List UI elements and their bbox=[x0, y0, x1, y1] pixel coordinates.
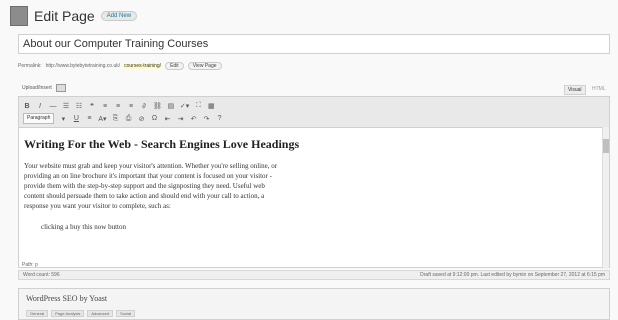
tab-visual[interactable]: Visual bbox=[564, 85, 586, 95]
page-title: Edit Page bbox=[34, 8, 95, 24]
more-tag-icon[interactable]: ▤ bbox=[167, 101, 175, 111]
bullet-list-icon[interactable]: ☰ bbox=[62, 101, 70, 111]
kitchen-sink-icon[interactable]: ▦ bbox=[207, 101, 215, 111]
seo-metabox-title[interactable]: WordPress SEO by Yoast bbox=[26, 294, 107, 303]
undo-icon[interactable]: ↶ bbox=[190, 114, 198, 124]
fullscreen-icon[interactable]: ⛶ bbox=[194, 101, 202, 111]
numbered-list-icon[interactable]: ☷ bbox=[75, 101, 83, 111]
seo-tab-social[interactable]: Social bbox=[116, 310, 136, 317]
editor-content[interactable]: Writing For the Web - Search Engines Lov… bbox=[24, 137, 594, 231]
element-path: Path: p bbox=[22, 262, 38, 268]
upload-insert-label[interactable]: Upload/Insert bbox=[22, 85, 52, 91]
help-icon[interactable]: ? bbox=[216, 114, 224, 124]
indent-icon[interactable]: ⇥ bbox=[177, 114, 185, 124]
redo-icon[interactable]: ↷ bbox=[203, 114, 211, 124]
add-new-button[interactable]: Add New bbox=[100, 11, 138, 21]
link-icon[interactable]: ∂ bbox=[140, 101, 148, 111]
page-icon bbox=[10, 6, 28, 26]
seo-tab-general[interactable]: General bbox=[26, 310, 49, 317]
align-right-icon[interactable]: ≡ bbox=[127, 101, 135, 111]
editor-scrollbar[interactable] bbox=[602, 127, 609, 269]
permalink-slug[interactable]: courses-training/ bbox=[124, 63, 162, 69]
bold-button[interactable]: B bbox=[23, 101, 31, 111]
content-line: provide them with the step-by-step suppo… bbox=[24, 182, 265, 190]
format-select[interactable]: Paragraph bbox=[23, 113, 55, 124]
media-icon[interactable] bbox=[55, 84, 66, 92]
paste-word-icon[interactable]: ⎙ bbox=[125, 114, 133, 124]
seo-tabs: General Page Analysis Advanced Social bbox=[26, 310, 136, 317]
seo-tab-advanced[interactable]: Advanced bbox=[87, 310, 114, 317]
content-heading: Writing For the Web - Search Engines Lov… bbox=[24, 137, 300, 151]
permalink-row: Permalink: http://www.bytebytetraining.c… bbox=[18, 62, 222, 70]
text-color-icon[interactable]: A▾ bbox=[98, 114, 106, 124]
word-count: Word count: 596 bbox=[23, 272, 60, 278]
justify-icon[interactable]: ≡ bbox=[85, 114, 93, 124]
editor-toolbar: B I — ☰ ☷ ❝ ≡ ≡ ≡ ∂ ⛓ ▤ ✓▾ ⛶ ▦ Paragraph… bbox=[19, 97, 609, 128]
toolbar-row-1: B I — ☰ ☷ ❝ ≡ ≡ ≡ ∂ ⛓ ▤ ✓▾ ⛶ ▦ bbox=[23, 101, 215, 111]
content-line: Your website must grab and keep your vis… bbox=[24, 162, 278, 170]
italic-button[interactable]: I bbox=[36, 101, 44, 111]
editor: B I — ☰ ☷ ❝ ≡ ≡ ≡ ∂ ⛓ ▤ ✓▾ ⛶ ▦ Paragraph… bbox=[18, 96, 610, 269]
content-line: response you want your visitor to comple… bbox=[24, 202, 171, 210]
permalink-label: Permalink: bbox=[18, 63, 42, 69]
seo-metabox: WordPress SEO by Yoast General Page Anal… bbox=[18, 288, 610, 320]
seo-tab-page-analysis[interactable]: Page Analysis bbox=[51, 310, 85, 317]
content-line: content should persuade them to take act… bbox=[24, 192, 265, 200]
page-header: Edit Page Add New bbox=[10, 6, 138, 26]
paste-text-icon[interactable]: ⎘ bbox=[112, 114, 120, 124]
content-list-item: clicking a buy this now button bbox=[41, 223, 126, 231]
align-left-icon[interactable]: ≡ bbox=[101, 101, 109, 111]
align-center-icon[interactable]: ≡ bbox=[114, 101, 122, 111]
view-page-button[interactable]: View Page bbox=[187, 62, 222, 70]
post-title-input[interactable]: About our Computer Training Courses bbox=[18, 34, 610, 54]
chevron-down-icon[interactable]: ▾ bbox=[59, 114, 67, 124]
special-character-icon[interactable]: Ω bbox=[151, 114, 159, 124]
edit-permalink-button[interactable]: Edit bbox=[165, 62, 184, 70]
unlink-icon[interactable]: ⛓ bbox=[153, 101, 162, 111]
underline-button[interactable]: U bbox=[72, 114, 80, 124]
scrollbar-thumb[interactable] bbox=[603, 139, 609, 153]
tab-html[interactable]: HTML bbox=[592, 86, 606, 92]
editor-status-bar: Word count: 596 Draft saved at 9:12:00 p… bbox=[18, 270, 610, 280]
blockquote-icon[interactable]: ❝ bbox=[88, 101, 96, 111]
draft-saved-status: Draft saved at 9:12:00 pm. Last edited b… bbox=[420, 272, 605, 278]
permalink-url[interactable]: http://www.bytebytetraining.co.uk/ bbox=[46, 63, 120, 69]
clear-formatting-icon[interactable]: ⊘ bbox=[138, 114, 146, 124]
outdent-icon[interactable]: ⇤ bbox=[164, 114, 172, 124]
spellcheck-icon[interactable]: ✓▾ bbox=[180, 101, 189, 111]
content-line: providing an on line brochure it's impor… bbox=[24, 172, 272, 180]
toolbar-row-2: Paragraph ▾ U ≡ A▾ ⎘ ⎙ ⊘ Ω ⇤ ⇥ ↶ ↷ ? bbox=[23, 113, 224, 124]
strikethrough-button[interactable]: — bbox=[49, 101, 57, 111]
upload-insert[interactable]: Upload/Insert bbox=[22, 84, 66, 92]
